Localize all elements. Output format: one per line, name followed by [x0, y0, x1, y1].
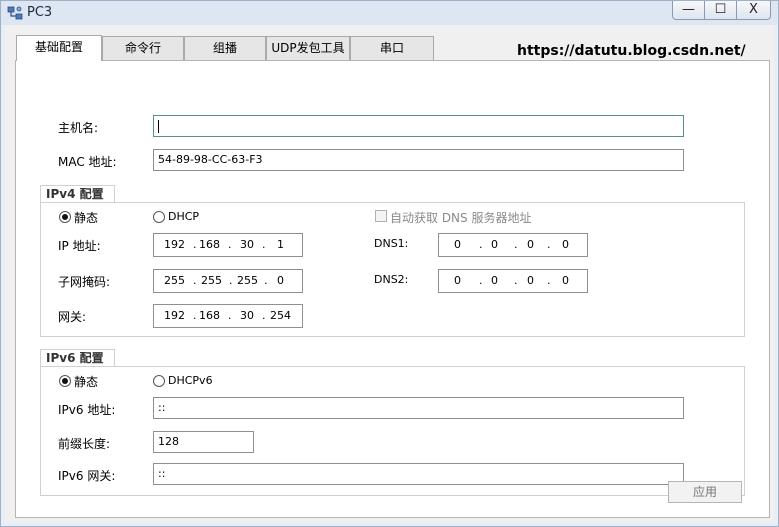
ip-octet-3: 30: [240, 238, 254, 251]
ipv6-address-input[interactable]: ::: [153, 397, 684, 419]
mac-input[interactable]: 54-89-98-CC-63-F3: [153, 149, 684, 171]
gateway-octet-1: 192: [164, 309, 185, 322]
mac-label: MAC 地址:: [58, 155, 117, 169]
tab-multicast[interactable]: 组播: [184, 36, 266, 60]
mask-octet-3: 255: [237, 274, 258, 287]
auto-dns-label: 自动获取 DNS 服务器地址: [390, 211, 532, 225]
dns1-octet-4: 0: [562, 238, 569, 251]
auto-dns-checkbox: [375, 210, 387, 222]
subnet-mask-input[interactable]: 255 . 255 . 255 . 0: [153, 269, 303, 293]
close-button[interactable]: X: [736, 1, 771, 20]
ipv6-group-title: IPv6 配置: [40, 349, 115, 367]
ip-octet-1: 192: [164, 238, 185, 251]
watermark-url: https://datutu.blog.csdn.net/: [517, 43, 746, 59]
dns2-input[interactable]: 0 . 0 . 0 . 0: [438, 269, 588, 293]
tab-serial[interactable]: 串口: [350, 36, 434, 60]
ip-address-input[interactable]: 192 . 168 . 30 . 1: [153, 233, 303, 257]
ipv6-dhcp-radio[interactable]: [153, 375, 165, 387]
window-title: PC3: [27, 5, 53, 20]
dns1-octet-2: 0: [491, 238, 498, 251]
ipv4-dhcp-radio[interactable]: [153, 211, 165, 223]
ip-octet-4: 1: [277, 238, 284, 251]
dns2-label: DNS2:: [374, 273, 409, 286]
dns1-input[interactable]: 0 . 0 . 0 . 0: [438, 233, 588, 257]
ipv6-gateway-label: IPv6 网关:: [58, 469, 116, 483]
ipv4-dhcp-label: DHCP: [168, 210, 200, 223]
config-panel: 主机名: MAC 地址: 54-89-98-CC-63-F3 IPv4 配置 静…: [15, 60, 770, 518]
prefix-length-label: 前缀长度:: [58, 437, 111, 451]
ipv6-address-label: IPv6 地址:: [58, 403, 116, 417]
ip-address-label: IP 地址:: [58, 239, 101, 253]
prefix-length-input[interactable]: 128: [153, 431, 254, 453]
dns2-octet-2: 0: [491, 274, 498, 287]
ipv4-group: 静态 DHCP 自动获取 DNS 服务器地址 IP 地址: 192 . 168 …: [40, 202, 745, 337]
window: PC3 — ☐ X 基础配置 命令行 组播 UDP发包工具 串口 https:/…: [0, 0, 779, 527]
tab-basic-config[interactable]: 基础配置: [16, 35, 102, 61]
dns2-octet-4: 0: [562, 274, 569, 287]
gateway-octet-4: 254: [270, 309, 291, 322]
gateway-octet-3: 30: [240, 309, 254, 322]
dns2-octet-1: 0: [454, 274, 461, 287]
mask-octet-1: 255: [164, 274, 185, 287]
ipv6-gateway-input[interactable]: ::: [153, 463, 684, 485]
dns2-octet-3: 0: [527, 274, 534, 287]
ipv6-static-label: 静态: [74, 375, 99, 389]
gateway-input[interactable]: 192 . 168 . 30 . 254: [153, 304, 303, 328]
ipv6-dhcp-label: DHCPv6: [168, 374, 213, 387]
pc-network-icon: [7, 6, 23, 20]
hostname-label: 主机名:: [58, 121, 99, 135]
title-bar[interactable]: PC3 — ☐ X: [1, 1, 778, 25]
gateway-octet-2: 168: [199, 309, 220, 322]
tab-command-line[interactable]: 命令行: [102, 36, 184, 60]
ipv6-static-radio[interactable]: [59, 375, 71, 387]
client-area: 基础配置 命令行 组播 UDP发包工具 串口 https://datutu.bl…: [5, 25, 774, 522]
dns1-label: DNS1:: [374, 237, 409, 250]
mask-octet-4: 0: [277, 274, 284, 287]
text-caret: [158, 119, 159, 133]
maximize-button[interactable]: ☐: [704, 1, 737, 20]
dns1-octet-1: 0: [454, 238, 461, 251]
subnet-mask-label: 子网掩码:: [58, 275, 111, 289]
ipv4-static-radio[interactable]: [59, 211, 71, 223]
hostname-input[interactable]: [153, 115, 684, 137]
apply-button[interactable]: 应用: [668, 481, 742, 503]
minimize-button[interactable]: —: [672, 1, 705, 20]
gateway-label: 网关:: [58, 310, 87, 324]
dns1-octet-3: 0: [527, 238, 534, 251]
ipv4-group-title: IPv4 配置: [40, 185, 115, 203]
ip-octet-2: 168: [199, 238, 220, 251]
tab-udp-tool[interactable]: UDP发包工具: [266, 36, 350, 60]
ipv4-static-label: 静态: [74, 211, 99, 225]
ipv6-group: 静态 DHCPv6 IPv6 地址: :: 前缀长度: 128 IPv6 网关:…: [40, 366, 745, 496]
mask-octet-2: 255: [201, 274, 222, 287]
